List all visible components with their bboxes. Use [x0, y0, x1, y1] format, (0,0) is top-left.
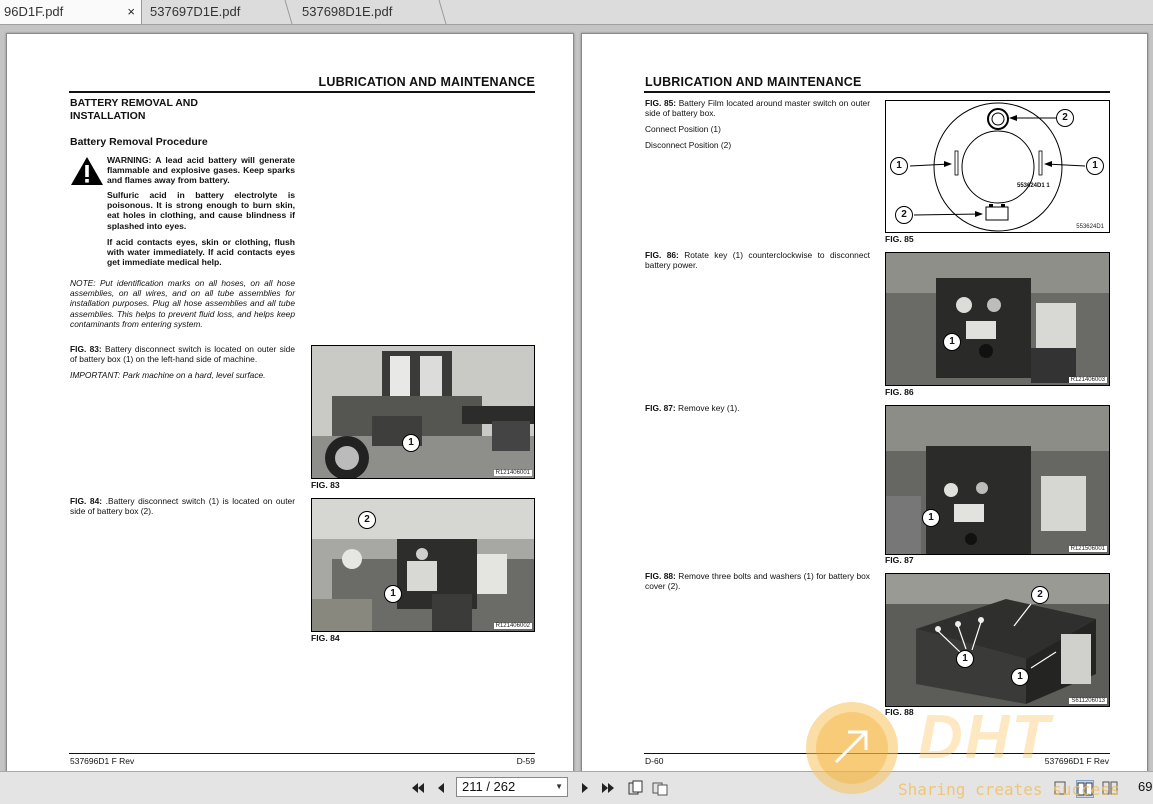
header-rule — [644, 91, 1110, 93]
close-icon[interactable]: × — [127, 0, 135, 24]
callout-1: 1 — [943, 333, 961, 351]
fit-width-icon[interactable] — [652, 780, 668, 796]
callout-1: 1 — [402, 434, 420, 452]
fig87-caption: FIG. 87: Remove key (1). — [645, 403, 740, 413]
page-header: LUBRICATION AND MAINTENANCE — [645, 75, 862, 89]
footer-page-number: D-59 — [516, 756, 535, 766]
next-page-icon[interactable] — [577, 780, 593, 796]
tab-label: 96D1F.pdf — [4, 4, 64, 19]
document-viewer[interactable]: LUBRICATION AND MAINTENANCE BATTERY REMO… — [0, 25, 1153, 772]
figure-87-image: 1 R121506001 — [885, 405, 1110, 555]
navigation-toolbar: 211 / 262 ▼ 69 — [0, 771, 1153, 804]
first-page-icon[interactable] — [410, 780, 426, 796]
figure-84-image: 2 1 R121406002 — [311, 498, 535, 632]
tab-bar: 96D1F.pdf × 537697D1E.pdf 537698D1E.pdf — [0, 0, 1153, 25]
tab-537697d1e[interactable]: 537697D1E.pdf — [146, 0, 286, 24]
section-title: BATTERY REMOVAL AND INSTALLATION — [70, 97, 198, 122]
callout-1: 1 — [890, 157, 908, 175]
tab-label: 537697D1E.pdf — [150, 4, 241, 19]
footer-right: 537696D1 F Rev — [1044, 756, 1109, 766]
important-text: IMPORTANT: Park machine on a hard, level… — [70, 370, 266, 380]
figure-83-label: FIG. 83 — [311, 480, 340, 490]
callout-2: 2 — [358, 511, 376, 529]
warning-text-2: Sulfuric acid in battery electrolyte is … — [107, 190, 295, 231]
figure-code: R121406003 — [1068, 377, 1107, 383]
note-text: NOTE: Put identification marks on all ho… — [70, 278, 295, 329]
page-number-value: 211 / 262 — [462, 779, 516, 794]
two-page-icon[interactable] — [1076, 780, 1094, 798]
figure-88-image: 1 2 1 S611206013 — [885, 573, 1110, 707]
figure-86-label: FIG. 86 — [885, 387, 914, 397]
callout-1: 1 — [1011, 668, 1029, 686]
footer-rule — [644, 753, 1110, 754]
warning-text-1: WARNING: A lead acid battery will genera… — [107, 155, 295, 186]
pdf-page-d60: LUBRICATION AND MAINTENANCE FIG. 85: Bat… — [581, 33, 1148, 772]
callout-1: 1 — [1086, 157, 1104, 175]
figure-85-diagram: 1 1 2 2 553624D1 1 553624D1 — [885, 100, 1110, 233]
page-number-input[interactable]: 211 / 262 ▼ — [456, 777, 568, 797]
fit-page-icon[interactable] — [627, 780, 643, 796]
figure-code: S611206013 — [1069, 698, 1107, 704]
tab-label: 537698D1E.pdf — [302, 4, 393, 19]
figure-87-label: FIG. 87 — [885, 555, 914, 565]
diagram-part-number: 553624D1 1 — [1017, 183, 1050, 189]
figure-code: R121406001 — [493, 470, 532, 476]
last-page-icon[interactable] — [600, 780, 616, 796]
callout-2: 2 — [895, 206, 913, 224]
tab-537696d1f[interactable]: 96D1F.pdf × — [0, 0, 142, 24]
pdf-page-d59: LUBRICATION AND MAINTENANCE BATTERY REMO… — [6, 33, 574, 772]
footer-rule — [69, 753, 535, 754]
warning-triangle-icon — [71, 157, 103, 185]
connect-position-text: Connect Position (1) — [645, 124, 721, 134]
fig88-caption: FIG. 88: Remove three bolts and washers … — [645, 571, 870, 592]
callout-2: 2 — [1056, 109, 1074, 127]
scroll-mode-icon[interactable] — [1102, 780, 1118, 796]
subsection-title: Battery Removal Procedure — [70, 136, 208, 148]
fig85-caption: FIG. 85: Battery Film located around mas… — [645, 98, 870, 119]
figure-86-image: 1 R121406003 — [885, 252, 1110, 386]
fig84-caption: FIG. 84: .Battery disconnect switch (1) … — [70, 496, 295, 517]
tab-separator — [284, 0, 293, 24]
callout-1: 1 — [384, 585, 402, 603]
figure-84-label: FIG. 84 — [311, 633, 340, 643]
figure-83-image: 1 R121406001 — [311, 345, 535, 479]
callout-1: 1 — [956, 650, 974, 668]
callout-2: 2 — [1031, 586, 1049, 604]
footer-left: 537696D1 F Rev — [70, 756, 135, 766]
disconnect-position-text: Disconnect Position (2) — [645, 140, 732, 150]
single-page-icon[interactable] — [1052, 780, 1068, 796]
figure-85-label: FIG. 85 — [885, 234, 914, 244]
figure-88-label: FIG. 88 — [885, 707, 914, 717]
figure-code: R121406002 — [493, 623, 532, 629]
callout-1: 1 — [922, 509, 940, 527]
zoom-level[interactable]: 69 — [1138, 779, 1152, 794]
warning-text-3: If acid contacts eyes, skin or clothing,… — [107, 237, 295, 268]
chevron-down-icon[interactable]: ▼ — [555, 778, 563, 796]
figure-code: R121506001 — [1068, 546, 1107, 552]
header-rule — [69, 91, 535, 93]
fig86-caption: FIG. 86: Rotate key (1) counterclockwise… — [645, 250, 871, 271]
tab-separator — [438, 0, 447, 24]
page-header: LUBRICATION AND MAINTENANCE — [318, 75, 535, 89]
fig83-caption: FIG. 83: Battery disconnect switch is lo… — [70, 344, 295, 365]
prev-page-icon[interactable] — [433, 780, 449, 796]
tab-537698d1e[interactable]: 537698D1E.pdf — [298, 0, 438, 24]
footer-page-number: D-60 — [645, 756, 664, 766]
figure-code: 553624D1 — [1074, 224, 1106, 230]
